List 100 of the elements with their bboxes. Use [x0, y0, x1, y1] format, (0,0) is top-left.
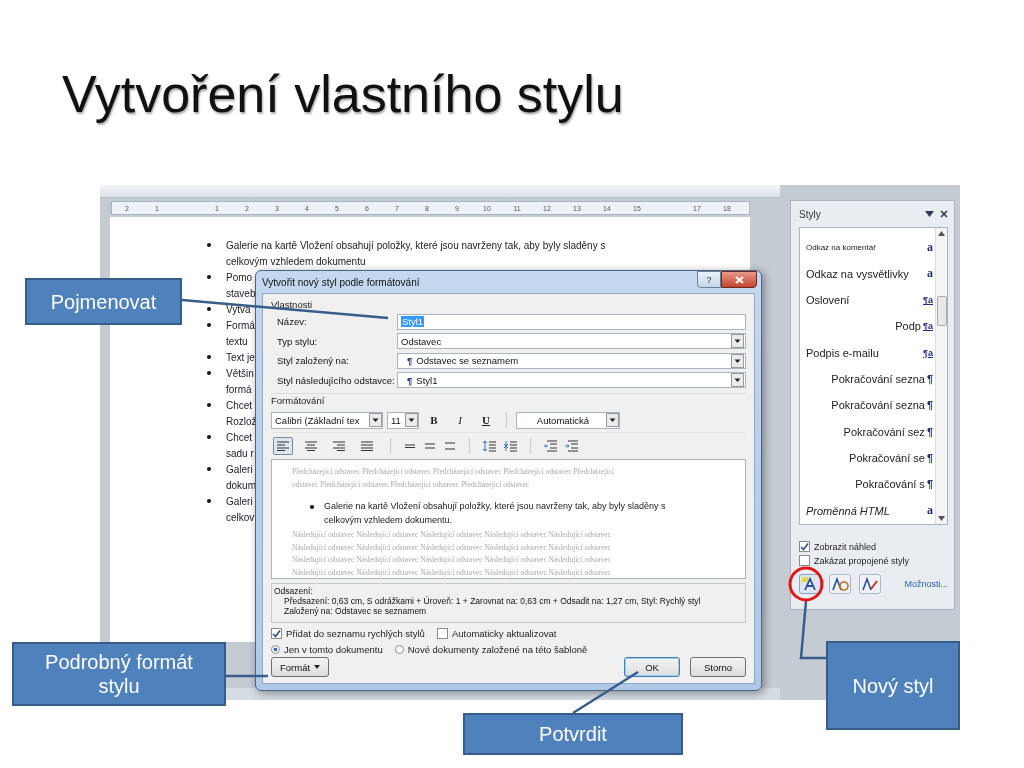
- scroll-down-icon[interactable]: [938, 516, 945, 521]
- italic-button[interactable]: I: [449, 411, 471, 429]
- style-item[interactable]: Odkaz na komentář a: [806, 234, 935, 261]
- document-text: Pomo: [226, 271, 253, 283]
- slide-title: Vytvoření vlastního stylu: [61, 64, 625, 125]
- style-item[interactable]: Podpis e-mailu ¶a: [806, 339, 935, 366]
- style-item[interactable]: Podp ¶a: [806, 313, 935, 340]
- size-dropdown[interactable]: 11: [387, 411, 419, 429]
- scroll-up-icon[interactable]: [938, 231, 945, 236]
- callout-box: Podrobný formát stylu: [12, 642, 226, 706]
- new-style-icon[interactable]: [799, 574, 821, 594]
- style-item[interactable]: Proměnná HTML a: [806, 497, 935, 524]
- checkbox-label: Zobrazit náhled: [814, 541, 877, 552]
- caret-icon[interactable]: [606, 413, 619, 427]
- document-text: dokum: [226, 479, 256, 491]
- style-item[interactable]: Pokračování sez ¶: [806, 418, 935, 445]
- decrease-indent-icon[interactable]: [544, 440, 557, 452]
- radio-button[interactable]: [271, 645, 280, 654]
- style-item[interactable]: Odkaz na vysvětlivky a: [806, 260, 935, 287]
- checkbox[interactable]: [436, 628, 448, 639]
- caret-icon: [314, 665, 321, 669]
- align-icon: [361, 441, 373, 451]
- scroll-thumb[interactable]: [936, 296, 947, 326]
- increase-indent-icon[interactable]: [565, 440, 578, 452]
- close-icon[interactable]: [940, 210, 948, 218]
- document-text: Galeri: [226, 495, 253, 507]
- checkbox-label: Zakázat propojené styly: [814, 555, 910, 566]
- options-link[interactable]: Možnosti...: [904, 579, 948, 589]
- single-spacing-icon[interactable]: [404, 441, 416, 451]
- preview-sample-text: Galerie na kartě Vložení obsahují položky, které jsou navrženy tak, aby byly sladěny s celkovým vzhledem dokumentu.: [324, 500, 667, 527]
- bold-button[interactable]: B: [423, 411, 445, 429]
- field-label: Styl založený na:: [276, 355, 350, 367]
- description-text: Založený na: Odstavec se seznamem: [283, 606, 428, 616]
- document-text: Chcet: [226, 431, 253, 443]
- close-button[interactable]: [721, 271, 757, 288]
- checkbox[interactable]: [799, 555, 810, 566]
- space-after-icon[interactable]: [504, 440, 517, 452]
- document-text: Galeri: [226, 463, 253, 475]
- dropdown-icon[interactable]: [925, 211, 934, 217]
- field-label: Typ stylu:: [276, 335, 319, 347]
- checkbox-label: Přidat do seznamu rychlých stylů: [286, 628, 425, 639]
- description-text: Předsazení: 0,63 cm, S odrážkami + Úroveň: 1 + Zarovnat na: 0,63 cm + Odsadit na: 1,27 cm, Styl: Rychlý styl: [283, 596, 702, 606]
- align-button[interactable]: [273, 437, 293, 455]
- dropdown[interactable]: ¶ Odstavec se seznamem: [397, 352, 746, 369]
- section-label: Formátování: [271, 393, 746, 408]
- align-icon: [277, 441, 289, 451]
- document-text: sadu r: [226, 447, 254, 459]
- scrollbar[interactable]: [935, 228, 947, 524]
- radio-button[interactable]: [394, 645, 404, 654]
- callout-box: Pojmenovat: [25, 278, 182, 325]
- section-label: Vlastnosti: [271, 298, 314, 312]
- style-item[interactable]: Pokračování se ¶: [806, 444, 935, 472]
- style-item[interactable]: Pokračování sezna ¶: [806, 392, 935, 419]
- radio-label: Jen v tomto dokumentu: [284, 644, 383, 655]
- caret-icon[interactable]: [731, 373, 744, 388]
- close-icon: [734, 275, 744, 284]
- style-item[interactable]: Oslovení ¶a: [806, 286, 935, 314]
- document-text: textu: [226, 335, 248, 347]
- caret-icon[interactable]: [731, 334, 744, 349]
- document-text: Většin: [226, 367, 254, 379]
- description-text: Odsazení:: [274, 586, 314, 596]
- line-spacing-icon[interactable]: [424, 441, 436, 451]
- field-label: Název:: [276, 316, 308, 328]
- leader-line: [572, 670, 639, 715]
- ok-button[interactable]: OK: [624, 657, 680, 677]
- checkbox[interactable]: [271, 628, 282, 639]
- help-button[interactable]: ?: [697, 271, 721, 288]
- document-text: Rozlož: [226, 415, 257, 427]
- dropdown[interactable]: Odstavec: [397, 333, 746, 350]
- caret-icon[interactable]: [369, 413, 382, 427]
- align-icon: [333, 441, 345, 451]
- manage-styles-icon[interactable]: [859, 574, 881, 594]
- space-before-icon[interactable]: [483, 440, 496, 452]
- document-text: Vytvá: [226, 303, 251, 315]
- dropdown[interactable]: ¶ Styl1: [397, 372, 746, 389]
- caret-icon[interactable]: [405, 413, 418, 427]
- document-text: Chcet: [226, 399, 253, 411]
- document-text: celkovým vzhledem dokumentu: [226, 255, 366, 267]
- align-icon: [305, 441, 317, 451]
- document-text: formá: [226, 383, 252, 395]
- callout-box: Nový styl: [826, 641, 960, 730]
- document-text: staveb: [226, 287, 256, 299]
- document-text: Formá: [226, 319, 255, 331]
- color-dropdown[interactable]: Automatická: [516, 411, 620, 429]
- checkbox[interactable]: [799, 541, 810, 552]
- double-spacing-icon[interactable]: [444, 441, 456, 451]
- underline-button[interactable]: U: [475, 411, 497, 429]
- leader-line: [799, 600, 826, 660]
- dialog-title: Vytvořit nový styl podle formátování: [262, 276, 420, 288]
- pane-title: Styly: [799, 208, 821, 220]
- leader-line: [226, 674, 268, 678]
- cancel-button[interactable]: Storno: [690, 657, 746, 677]
- style-item[interactable]: Pokračování s ¶: [806, 471, 935, 498]
- radio-label: Nové dokumenty založené na této šabloně: [407, 644, 588, 655]
- style-inspector-icon[interactable]: [829, 574, 851, 594]
- font-dropdown[interactable]: Calibri (Základní tex: [271, 411, 383, 429]
- format-button[interactable]: Formát: [271, 657, 330, 677]
- caret-icon[interactable]: [731, 353, 744, 368]
- checkbox-label: Automaticky aktualizovat: [451, 628, 557, 639]
- style-item[interactable]: Pokračování sezna ¶: [806, 365, 935, 393]
